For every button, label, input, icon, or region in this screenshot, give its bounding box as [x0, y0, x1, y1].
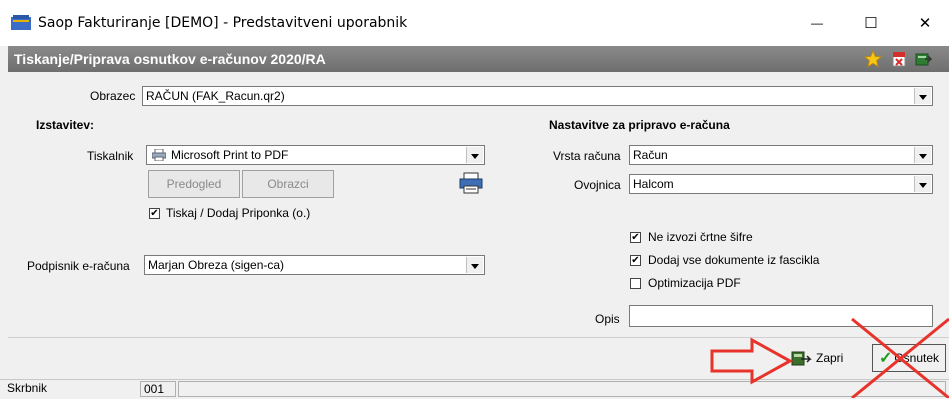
maximize-button[interactable]: ☐	[848, 8, 894, 38]
predogled-button[interactable]: Predogled	[148, 170, 240, 198]
minimize-icon: —	[811, 16, 823, 30]
book-exit-icon	[791, 351, 812, 366]
status-bar: Skrbnik 001	[0, 379, 949, 399]
zapri-button[interactable]: Zapri	[790, 344, 860, 372]
obrazec-value: RAČUN (FAK_Racun.qr2)	[146, 89, 285, 103]
minimize-button[interactable]: —	[794, 8, 840, 38]
status-empty-cell	[178, 381, 946, 397]
tiskaj-label: Tiskaj / Dodaj Priponka (o.)	[166, 206, 311, 220]
ne-izvozi-label: Ne izvozi črtne šifre	[648, 230, 753, 244]
tiskalnik-select[interactable]: Microsoft Print to PDF	[146, 145, 485, 165]
vrsta-label: Vrsta računa	[553, 149, 621, 163]
window-title: Saop Fakturiranje [DEMO] - Predstavitven…	[38, 15, 408, 31]
obrazec-label: Obrazec	[90, 89, 136, 103]
chevron-down-icon	[466, 257, 483, 273]
ovojnica-label: Ovojnica	[574, 178, 621, 192]
checkmark-icon: ✓	[878, 350, 893, 367]
status-user: Skrbnik	[7, 381, 48, 395]
opis-label: Opis	[595, 312, 620, 326]
button-bar: Zapri ✓ Osnutek	[8, 337, 949, 380]
ovojnica-value: Halcom	[633, 177, 674, 191]
chevron-down-icon	[914, 88, 931, 104]
zapri-label: Zapri	[816, 351, 844, 365]
optimizacija-checkbox[interactable]	[630, 278, 641, 289]
ovojnica-select[interactable]: Halcom	[629, 174, 933, 194]
status-code: 001	[140, 381, 176, 397]
form-title: Tiskanje/Priprava osnutkov e-računov 202…	[14, 51, 326, 67]
dodaj-vse-checkbox[interactable]: ✔	[630, 255, 641, 266]
obrazec-select[interactable]: RAČUN (FAK_Racun.qr2)	[142, 86, 933, 106]
issuer-heading: Izstavitev:	[36, 118, 95, 132]
printer-icon	[152, 149, 166, 161]
close-icon: ✕	[918, 15, 932, 32]
settings-heading: Nastavitve za pripravo e-računa	[549, 118, 730, 132]
app-icon	[11, 15, 31, 30]
podpisnik-value: Marjan Obreza (sigen-ca)	[148, 258, 285, 272]
chevron-down-icon	[466, 147, 483, 163]
chevron-down-icon	[914, 147, 931, 163]
tiskalnik-label: Tiskalnik	[87, 149, 134, 163]
star-icon[interactable]	[864, 50, 882, 68]
tiskaj-checkbox[interactable]: ✔	[149, 208, 160, 219]
ne-izvozi-checkbox[interactable]: ✔	[630, 232, 641, 243]
form-header: Tiskanje/Priprava osnutkov e-računov 202…	[8, 46, 949, 72]
tiskalnik-value: Microsoft Print to PDF	[171, 148, 289, 162]
podpisnik-label: Podpisnik e-računa	[27, 259, 130, 273]
application-window: Saop Fakturiranje [DEMO] - Predstavitven…	[0, 0, 949, 399]
close-button[interactable]: ✕	[902, 8, 948, 38]
osnutek-button[interactable]: ✓ Osnutek	[872, 344, 946, 372]
obrazci-button[interactable]: Obrazci	[242, 170, 334, 198]
chevron-down-icon	[914, 176, 931, 192]
opis-input[interactable]	[629, 305, 933, 327]
pdf-delete-icon[interactable]	[890, 50, 908, 68]
form-panel: Obrazec RAČUN (FAK_Racun.qr2) Izstavitev…	[8, 72, 949, 337]
book-exit-icon[interactable]	[914, 50, 932, 68]
dodaj-vse-label: Dodaj vse dokumente iz fascikla	[648, 253, 820, 267]
maximize-icon: ☐	[864, 15, 878, 32]
optimizacija-label: Optimizacija PDF	[648, 276, 741, 290]
podpisnik-select[interactable]: Marjan Obreza (sigen-ca)	[144, 255, 485, 275]
osnutek-label: Osnutek	[894, 351, 940, 365]
title-bar: Saop Fakturiranje [DEMO] - Predstavitven…	[0, 0, 949, 46]
vrsta-value: Račun	[633, 148, 668, 162]
printer-settings-icon[interactable]	[458, 171, 484, 195]
vrsta-select[interactable]: Račun	[629, 145, 933, 165]
